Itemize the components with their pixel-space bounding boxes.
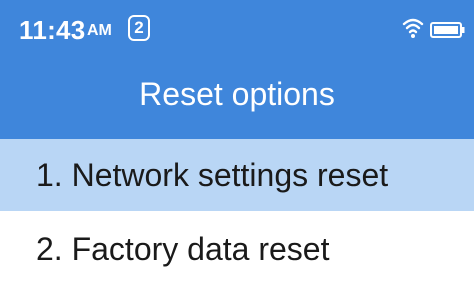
status-ampm: AM — [87, 22, 112, 39]
notification-count-badge: 2 — [128, 15, 150, 41]
header: 11:43 AM 2 Reset options — [0, 0, 474, 139]
status-bar: 11:43 AM 2 — [0, 0, 474, 60]
battery-icon — [430, 22, 465, 38]
status-time: 11:43 — [19, 15, 86, 45]
screen: 11:43 AM 2 Reset options 1. Network sett… — [0, 0, 474, 285]
menu-item-network-settings-reset[interactable]: 1. Network settings reset — [0, 139, 474, 211]
menu-item-factory-data-reset[interactable]: 2. Factory data reset — [0, 213, 474, 285]
wifi-icon — [402, 18, 424, 38]
page-title: Reset options — [139, 76, 335, 112]
